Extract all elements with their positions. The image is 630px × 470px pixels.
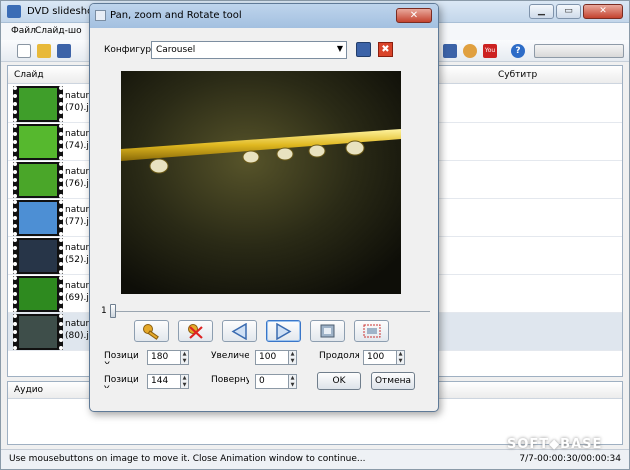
- duration-label: Продолжи: [319, 351, 359, 361]
- config-label: Конфигур: [104, 45, 152, 55]
- app-icon: [7, 5, 21, 18]
- maximize-button[interactable]: ▭: [556, 4, 581, 19]
- pos-y-spinner[interactable]: ▲ ▼: [180, 374, 189, 389]
- status-text: Use mousebuttons on image to move it. Cl…: [9, 454, 366, 464]
- zoom-spinner[interactable]: ▲ ▼: [288, 350, 297, 365]
- rotate-input[interactable]: 0 ▲ ▼: [255, 374, 297, 389]
- burn-disc-icon[interactable]: [463, 44, 477, 58]
- key-icon: [143, 324, 159, 340]
- pos-x-spinner[interactable]: ▲ ▼: [180, 350, 189, 365]
- rotate-label: Повернуть: [211, 375, 249, 385]
- next-button[interactable]: [266, 320, 301, 342]
- crop-frame-button[interactable]: [310, 320, 345, 342]
- audio-label: Аудио: [14, 385, 44, 395]
- image-preview[interactable]: [121, 71, 401, 294]
- pos-y-label: Позиция Y: [104, 375, 138, 388]
- pos-y-value: 144: [151, 376, 169, 386]
- previous-button[interactable]: [222, 320, 257, 342]
- zoom-input[interactable]: 100 ▲ ▼: [255, 350, 297, 365]
- save-icon[interactable]: [57, 44, 71, 58]
- duration-spinner[interactable]: ▲ ▼: [396, 350, 405, 365]
- ok-button[interactable]: OK: [317, 372, 361, 390]
- pan-zoom-rotate-dialog: Pan, zoom and Rotate tool ✕ Конфигур Car…: [89, 3, 439, 412]
- menu-slideshow[interactable]: Слайд-шо: [35, 26, 82, 36]
- slide-thumbnail[interactable]: [13, 276, 63, 312]
- slide-thumbnail[interactable]: [13, 86, 63, 122]
- dialog-icon: [95, 10, 106, 21]
- progress-bar: [534, 44, 624, 58]
- slide-thumbnail[interactable]: [13, 238, 63, 274]
- close-button[interactable]: ✕: [583, 4, 623, 19]
- zoom-value: 100: [259, 352, 277, 362]
- pos-x-value: 180: [151, 352, 169, 362]
- duration-input[interactable]: 100 ▲ ▼: [363, 350, 405, 365]
- dialog-close-button[interactable]: ✕: [396, 8, 432, 23]
- status-bar: Use mousebuttons on image to move it. Cl…: [1, 449, 629, 469]
- remove-key-button[interactable]: [178, 320, 213, 342]
- cancel-button[interactable]: Отмена: [371, 372, 415, 390]
- duration-value: 100: [367, 352, 385, 362]
- timeline-slider-knob[interactable]: [110, 304, 116, 318]
- menu-file[interactable]: Файл: [11, 26, 36, 36]
- open-folder-icon[interactable]: [37, 44, 51, 58]
- pos-y-input[interactable]: 144 ▲ ▼: [147, 374, 189, 389]
- zoom-label: Увеличение: [211, 351, 249, 361]
- dialog-titlebar: Pan, zoom and Rotate tool ✕: [90, 4, 438, 28]
- config-value: Carousel: [156, 45, 196, 55]
- rotate-value: 0: [259, 376, 265, 386]
- set-key-button[interactable]: [134, 320, 169, 342]
- slide-thumbnail[interactable]: [13, 314, 63, 350]
- status-time: 7/7-00:00:30/00:00:34: [519, 454, 621, 464]
- pos-x-label: Позиция X: [104, 351, 138, 364]
- export-icon[interactable]: [443, 44, 457, 58]
- arrow-left-icon: [231, 323, 247, 340]
- fit-frame-icon: [363, 324, 381, 338]
- frame-icon: [320, 324, 335, 338]
- config-select[interactable]: Carousel ▼: [151, 41, 347, 59]
- remove-key-icon: [188, 324, 203, 339]
- dialog-title: Pan, zoom and Rotate tool: [110, 10, 242, 21]
- delete-config-icon[interactable]: ✖: [378, 42, 393, 57]
- new-icon[interactable]: [17, 44, 31, 58]
- timeline-slider-track[interactable]: [112, 311, 430, 312]
- chevron-down-icon: ▼: [336, 44, 343, 53]
- pos-x-input[interactable]: 180 ▲ ▼: [147, 350, 189, 365]
- column-subtitle[interactable]: Субтитр: [498, 70, 537, 80]
- save-config-icon[interactable]: [356, 42, 371, 57]
- watermark-logo: SOFT◆BASE: [507, 437, 603, 452]
- slide-thumbnail[interactable]: [13, 162, 63, 198]
- column-slide[interactable]: Слайд: [14, 70, 44, 80]
- help-icon[interactable]: ?: [511, 44, 525, 58]
- slider-value: 1: [101, 306, 107, 316]
- fit-frame-button[interactable]: [354, 320, 389, 342]
- minimize-button[interactable]: ▁: [529, 4, 554, 19]
- slide-thumbnail[interactable]: [13, 124, 63, 160]
- slide-thumbnail[interactable]: [13, 200, 63, 236]
- arrow-right-icon: [276, 323, 292, 340]
- rotate-spinner[interactable]: ▲ ▼: [288, 374, 297, 389]
- water-drops-photo: [121, 71, 401, 294]
- youtube-icon[interactable]: You: [483, 44, 497, 58]
